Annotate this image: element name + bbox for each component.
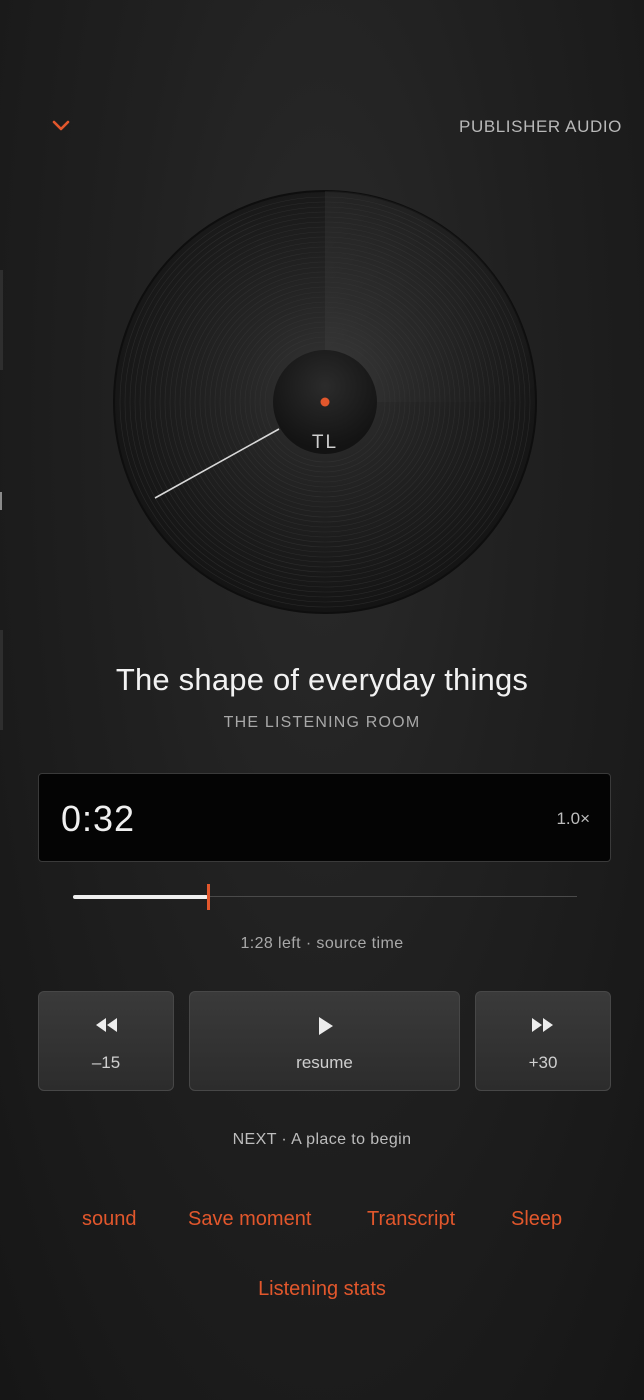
play-button[interactable]: resume	[189, 991, 460, 1091]
chevron-down-icon	[52, 120, 70, 131]
disc-graphic	[113, 190, 537, 614]
fast-forward-icon	[532, 1018, 553, 1032]
save-moment-link[interactable]: Save moment	[188, 1208, 311, 1231]
show-name: THE LISTENING ROOM	[223, 714, 421, 731]
forward-button[interactable]: +30	[475, 991, 611, 1091]
edge-mark	[0, 270, 3, 370]
forward-label: +30	[528, 1053, 558, 1072]
next-episode[interactable]: NEXT · A place to begin	[0, 1131, 644, 1149]
playback-speed-button[interactable]: 1.0×	[556, 809, 590, 829]
scrubber-thumb[interactable]	[207, 884, 210, 910]
progress-scrubber[interactable]	[73, 881, 577, 913]
rewind-icon	[96, 1018, 117, 1032]
play-label: resume	[296, 1053, 353, 1072]
play-icon	[318, 1017, 333, 1035]
edge-mark	[0, 492, 2, 510]
time-display: 0:32 1.0×	[38, 773, 611, 862]
episode-title: The shape of everyday things	[115, 662, 529, 697]
sound-link[interactable]: sound	[82, 1208, 137, 1231]
transcript-link[interactable]: Transcript	[367, 1208, 455, 1231]
collapse-button[interactable]	[48, 112, 74, 138]
time-remaining: 1:28 left · source time	[240, 935, 404, 952]
sleep-link[interactable]: Sleep	[511, 1208, 562, 1231]
scrubber-fill	[73, 895, 208, 899]
publisher-label: PUBLISHER AUDIO	[459, 117, 622, 136]
current-time: 0:32	[61, 798, 136, 839]
listening-stats-link[interactable]: Listening stats	[0, 1278, 644, 1301]
disc-artwork: TL	[113, 190, 537, 614]
rewind-button[interactable]: –15	[38, 991, 174, 1091]
rewind-label: –15	[91, 1053, 121, 1072]
disc-label: TL	[311, 432, 339, 453]
